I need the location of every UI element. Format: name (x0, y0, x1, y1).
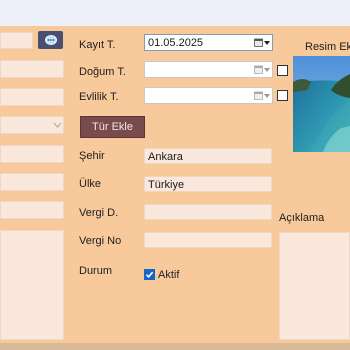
chevron-down-icon (264, 93, 270, 98)
dogum-checkbox[interactable] (277, 65, 288, 76)
resim-ekle-label: Resim Ek (305, 41, 350, 53)
calendar-icon (254, 65, 263, 74)
left-textarea[interactable] (0, 230, 64, 340)
ulke-field[interactable]: Türkiye (144, 176, 272, 192)
aktif-label: Aktif (158, 269, 180, 281)
left-search-field[interactable] (0, 32, 33, 49)
search-icon (44, 35, 57, 45)
vergi-no-field[interactable] (144, 232, 272, 248)
chevron-down-icon (53, 122, 62, 128)
tur-ekle-button[interactable]: Tür Ekle (80, 116, 145, 138)
aciklama-label: Açıklama (279, 212, 325, 224)
landscape-photo (293, 56, 350, 152)
calendar-icon (254, 38, 263, 47)
vergi-no-label: Vergi No (79, 235, 122, 247)
sehir-value: Ankara (148, 151, 183, 163)
vergi-d-label: Vergi D. (79, 207, 119, 219)
ulke-value: Türkiye (148, 179, 185, 191)
evlilik-label: Evlilik T. (79, 91, 119, 103)
left-field-3[interactable] (0, 145, 64, 163)
left-field-4[interactable] (0, 173, 64, 191)
kayit-calendar-button[interactable] (253, 36, 271, 49)
dogum-date-picker[interactable] (144, 61, 273, 78)
aktif-checkbox[interactable] (144, 269, 155, 280)
kayit-label: Kayıt T. (79, 39, 116, 51)
durum-label: Durum (79, 265, 113, 277)
vergi-d-value (145, 205, 271, 206)
left-combo[interactable] (0, 116, 64, 134)
chevron-down-icon (264, 67, 270, 72)
photo-image[interactable] (293, 56, 350, 152)
bottom-strip (0, 343, 350, 350)
kayit-date-picker[interactable]: 01.05.2025 (144, 34, 273, 51)
ulke-label: Ülke (79, 178, 102, 190)
evlilik-date-picker[interactable] (144, 87, 273, 104)
left-field-5[interactable] (0, 201, 64, 219)
dogum-calendar-button[interactable] (253, 63, 271, 76)
sehir-field[interactable]: Ankara (144, 148, 272, 164)
sehir-label: Şehir (79, 150, 105, 162)
top-toolbar (0, 0, 350, 26)
chevron-down-icon (264, 40, 270, 45)
left-field-1[interactable] (0, 60, 64, 78)
aciklama-textarea[interactable] (279, 232, 350, 340)
kayit-date-value: 01.05.2025 (148, 37, 204, 49)
vergi-d-field[interactable] (144, 204, 272, 220)
vergi-no-value (145, 233, 271, 234)
evlilik-checkbox[interactable] (277, 90, 288, 101)
left-field-2[interactable] (0, 88, 64, 106)
calendar-icon (254, 91, 263, 100)
evlilik-calendar-button[interactable] (253, 89, 271, 102)
dogum-label: Doğum T. (79, 66, 126, 78)
check-icon (145, 271, 154, 278)
search-button[interactable] (38, 31, 63, 49)
